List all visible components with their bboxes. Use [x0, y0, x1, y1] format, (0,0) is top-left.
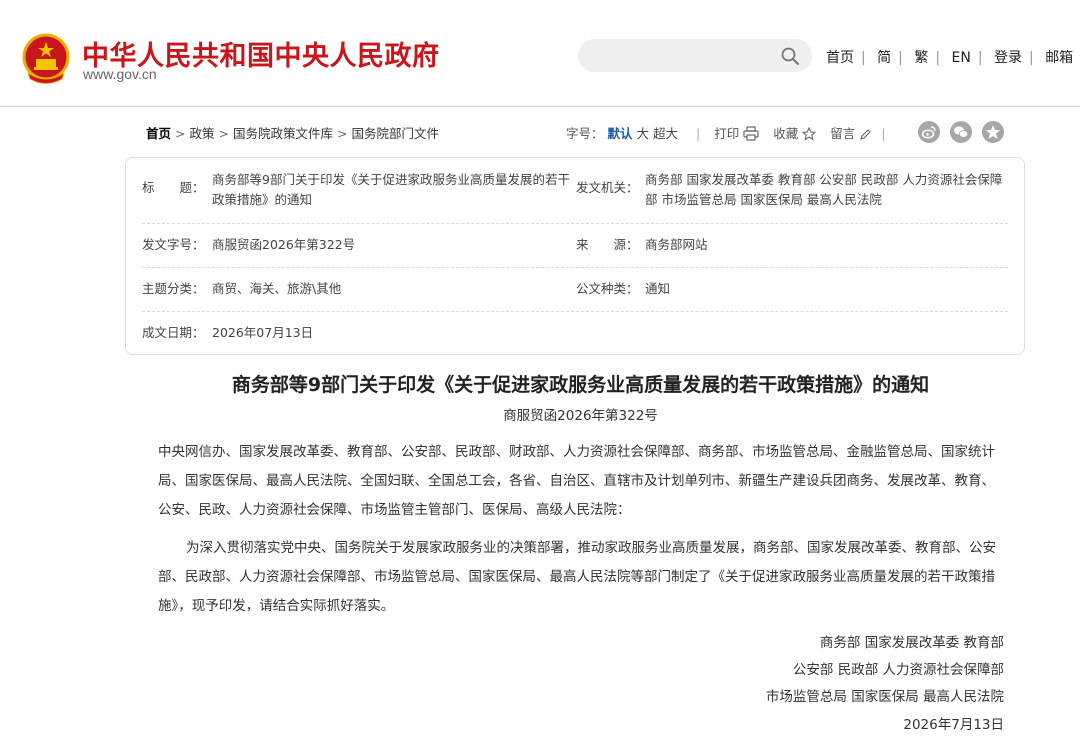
nav-login[interactable]: 登录 — [994, 50, 1022, 66]
breadcrumb-arrow: > — [218, 126, 229, 141]
search-icon[interactable] — [780, 46, 800, 66]
body-paragraph: 为深入贯彻落实党中央、国务院关于发展家政服务业的决策部署，推动家政服务业高质量发… — [158, 540, 996, 614]
star-outline-icon[interactable] — [802, 127, 817, 141]
nav-separator: | — [935, 50, 941, 66]
date-label: 成文日期： — [142, 325, 205, 340]
nav-home[interactable]: 首页 — [826, 50, 854, 66]
source-label: 来 源： — [576, 237, 639, 252]
printer-icon[interactable] — [743, 126, 759, 141]
favorite-button[interactable]: 收藏 — [773, 126, 798, 141]
breadcrumb-home[interactable]: 首页 — [146, 126, 171, 141]
search-box[interactable] — [578, 39, 812, 72]
article-toolbar: 字号： 默认大超大 | 打印 收藏 留言 | — [566, 123, 886, 141]
breadcrumb-policy[interactable]: 政策 — [190, 126, 215, 141]
weibo-icon — [921, 126, 936, 139]
comment-button[interactable]: 留言 — [830, 126, 855, 141]
document-title: 商务部等9部门关于印发《关于促进家政服务业高质量发展的若干政策措施》的通知 — [231, 374, 930, 396]
info-row: 标 题： 商务部等9部门关于印发《关于促进家政服务业高质量发展的若干政策措施》的… — [142, 158, 1008, 224]
site-header: 中华人民共和国中央人民政府 www.gov.cn 首页 | 简 | 繁 | EN | 登… — [0, 0, 1080, 107]
share-wechat-button[interactable] — [950, 121, 972, 143]
topic-label: 主题分类： — [142, 281, 205, 296]
doc-type-value: 通知 — [645, 281, 671, 296]
breadcrumb-dept-docs[interactable]: 国务院部门文件 — [352, 126, 440, 141]
issuer-label: 发文机关： — [576, 180, 639, 195]
signatory-line: 商务部 国家发展改革委 教育部 — [819, 635, 1004, 651]
nav-english[interactable]: EN — [952, 50, 971, 66]
font-size-label: 字号： — [566, 126, 604, 141]
doc-number-label: 发文字号： — [142, 237, 205, 252]
print-button[interactable]: 打印 — [714, 126, 739, 141]
wechat-icon — [954, 126, 969, 138]
nav-simplified[interactable]: 简 — [877, 50, 891, 66]
nav-separator: | — [861, 50, 866, 66]
font-size-large[interactable]: 大 — [637, 126, 650, 141]
doc-number-value: 商服贸函2026年第322号 — [212, 237, 356, 252]
signatory-line: 公安部 民政部 人力资源社会保障部 — [792, 662, 1004, 678]
nav-traditional[interactable]: 繁 — [914, 50, 928, 66]
font-size-xlarge[interactable]: 超大 — [653, 126, 678, 141]
title-label: 标 题： — [142, 180, 205, 195]
font-size-selector: 字号： 默认大超大 — [566, 126, 682, 141]
date-value: 2026年07月13日 — [212, 325, 314, 340]
nav-separator: | — [977, 50, 983, 66]
breadcrumb-arrow: > — [175, 126, 186, 141]
search-input[interactable] — [594, 45, 768, 67]
signatory-line: 市场监管总局 国家医保局 最高人民法院 — [765, 689, 1004, 705]
info-row: 成文日期： 2026年07月13日 — [142, 312, 1008, 353]
qzone-star-icon — [986, 125, 1000, 139]
info-row: 发文字号： 商服贸函2026年第322号 来 源： 商务部网站 — [142, 224, 1008, 268]
nav-separator: | — [1029, 50, 1034, 66]
topic-value: 商贸、海关、旅游\其他 — [212, 281, 342, 296]
nav-separator: | — [898, 50, 903, 66]
info-row: 主题分类： 商贸、海关、旅游\其他 公文种类： 通知 — [142, 268, 1008, 312]
national-emblem-icon[interactable] — [22, 33, 70, 85]
top-nav: 首页| 简| 繁| EN| 登录| 邮箱| — [826, 47, 1080, 67]
document-number: 商服贸函2026年第322号 — [503, 408, 658, 424]
sign-date: 2026年7月13日 — [903, 717, 1004, 733]
breadcrumb-policy-library[interactable]: 国务院政策文件库 — [233, 126, 333, 141]
title-value: 商务部等9部门关于印发《关于促进家政服务业高质量发展的若干政策措施》的通知 — [212, 172, 570, 207]
recipients-paragraph: 中央网信办、国家发展改革委、教育部、公安部、民政部、财政部、人力资源社会保障部、… — [158, 444, 995, 518]
font-size-default[interactable]: 默认 — [608, 126, 633, 141]
pencil-icon[interactable] — [859, 129, 872, 141]
nav-mail[interactable]: 邮箱 — [1045, 50, 1073, 66]
document-info-card: 标 题： 商务部等9部门关于印发《关于促进家政服务业高质量发展的若干政策措施》的… — [125, 157, 1025, 355]
site-url[interactable]: www.gov.cn — [83, 66, 157, 82]
breadcrumb-arrow: > — [337, 126, 348, 141]
toolbar-separator: | — [881, 126, 886, 141]
toolbar-separator: | — [696, 126, 701, 141]
share-weibo-button[interactable] — [918, 121, 940, 143]
share-qzone-button[interactable] — [982, 121, 1004, 143]
breadcrumb: 首页 > 政策 > 国务院政策文件库 > 国务院部门文件 — [146, 123, 439, 142]
source-value: 商务部网站 — [645, 237, 708, 252]
issuer-value: 商务部 国家发展改革委 教育部 公安部 民政部 人力资源社会保障部 市场监管总局… — [645, 172, 1003, 207]
doc-type-label: 公文种类： — [576, 281, 639, 296]
